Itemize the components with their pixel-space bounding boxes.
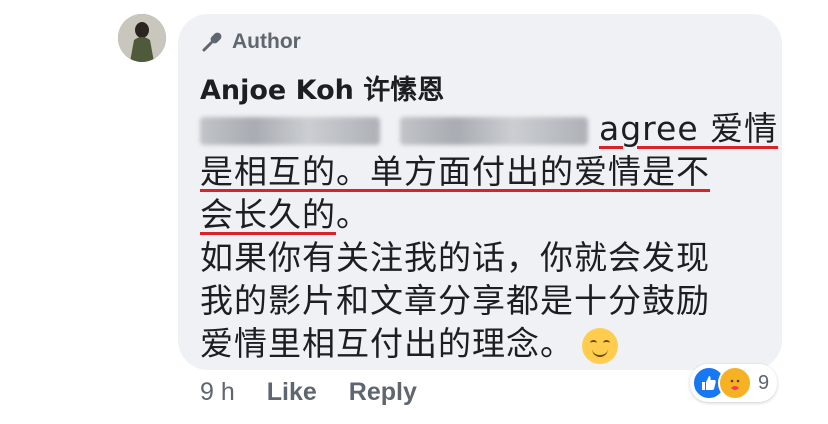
care-icon bbox=[718, 366, 752, 400]
comment-line-3-underlined: 会长久的 bbox=[200, 195, 336, 234]
comment-line-3: 会长久的。 bbox=[200, 193, 770, 236]
reply-button[interactable]: Reply bbox=[349, 378, 417, 407]
comment-text: agree 爱情 是相互的。单方面付出的爱情是不 会长久的。 如果你有关注我的话… bbox=[200, 107, 777, 365]
reaction-summary[interactable]: 9 bbox=[690, 364, 778, 402]
avatar-image bbox=[118, 14, 166, 62]
reaction-count: 9 bbox=[758, 371, 770, 394]
timestamp[interactable]: 9 h bbox=[200, 378, 235, 407]
comment-line-4: 如果你有关注我的话，你就会发现 bbox=[200, 238, 710, 277]
author-badge: Author bbox=[200, 30, 301, 54]
comment-line-2: 是相互的。单方面付出的爱情是不 bbox=[200, 152, 710, 191]
author-badge-label: Author bbox=[232, 30, 301, 53]
comment-line-1-text: agree 爱情 bbox=[599, 109, 779, 148]
comment-line-3-tail: 。 bbox=[336, 195, 370, 234]
author-name[interactable]: Anjoe Koh 许愫恩 bbox=[200, 68, 444, 107]
comment-line-5: 我的影片和文章分享都是十分鼓励 bbox=[200, 281, 710, 320]
like-button[interactable]: Like bbox=[267, 378, 317, 407]
blurred-mention bbox=[200, 116, 380, 145]
comment-line-6-text: 爱情里相互付出的理念。 bbox=[200, 324, 574, 363]
comment-line-6: 爱情里相互付出的理念。 bbox=[200, 322, 770, 365]
comment-actions: 9 h Like Reply bbox=[200, 378, 417, 407]
avatar[interactable] bbox=[118, 14, 166, 62]
blurred-mention bbox=[399, 116, 588, 145]
comment-line-1: agree 爱情 bbox=[200, 107, 777, 150]
comment-bubble: Author Anjoe Koh 许愫恩 agree 爱情 是相互的。单方面付出… bbox=[178, 14, 782, 370]
smiling-face-icon bbox=[582, 327, 618, 364]
microphone-icon bbox=[202, 32, 222, 52]
